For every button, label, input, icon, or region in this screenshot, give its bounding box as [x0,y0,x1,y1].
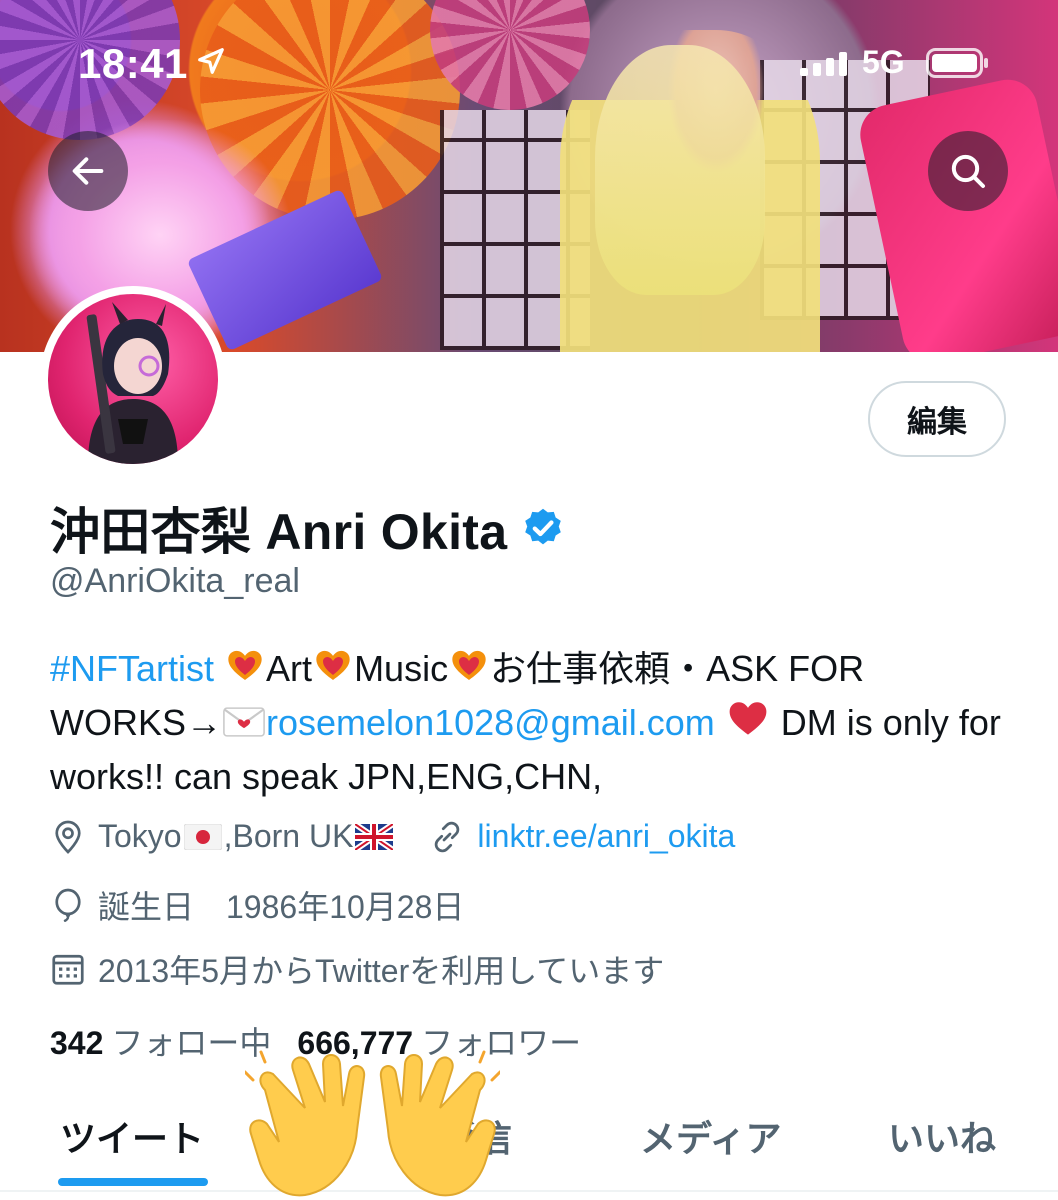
bio-email-link[interactable]: rosemelon1028@gmail.com [266,702,715,743]
network-type: 5G [862,44,905,80]
location-text: Tokyo ,Born UK [98,818,395,855]
heart-on-fire-icon [316,650,350,680]
location-pin-icon [55,820,81,854]
birthday-text: 誕生日 1986年10月28日 [98,889,465,925]
uk-flag-icon [355,824,394,850]
bio-text-art: Art [266,648,313,689]
profile-location-row: Tokyo ,Born UK linktr.ee/anri_okita [50,818,735,855]
location-born: ,Born UK [223,818,354,854]
tab-tweets[interactable]: ツイート [60,1110,204,1162]
waving-hands-icon [245,1050,500,1197]
profile-birthday-row: 誕生日 1986年10月28日 [50,882,464,928]
avatar-image [48,294,218,464]
active-tab-indicator [58,1178,208,1186]
calendar-icon [52,954,84,985]
heart-on-fire-icon [452,650,486,680]
joined-text: 2013年5月からTwitterを利用しています [98,953,665,989]
heart-on-fire-icon [228,650,262,680]
edit-profile-button[interactable]: 編集 [868,381,1006,457]
love-letter-icon [223,707,265,737]
user-handle: @AnriOkita_real [50,562,300,600]
display-name: 沖田杏梨 Anri Okita [50,504,508,560]
location-city: Tokyo [98,818,182,854]
balloon-icon [55,888,81,922]
bio-hashtag-link[interactable]: #NFTartist [50,648,214,689]
japan-flag-icon [183,824,222,850]
profile-name-row: 沖田杏梨 Anri Okita [50,492,565,564]
bio-text-music: Music [354,648,449,689]
search-icon [951,154,985,188]
signal-icon [800,52,847,76]
verified-badge-icon[interactable] [521,506,565,550]
tabs-divider [0,1190,1058,1192]
status-time: 18:41 [78,40,188,87]
website-link[interactable]: linktr.ee/anri_okita [477,818,735,855]
location-arrow-icon [198,48,224,74]
profile-bio: #NFTartist Art Music お仕事依頼・ASK FOR WORKS→ r… [50,642,1010,804]
tab-likes[interactable]: いいね [888,1110,996,1162]
tab-media[interactable]: メディア [640,1110,781,1162]
status-bar: 18:41 5G [0,0,1058,120]
back-button[interactable] [48,131,128,211]
link-icon [435,821,460,852]
arrow-left-icon [72,157,104,185]
following-link[interactable]: 342 フォロー中 [50,1018,271,1064]
avatar[interactable] [40,286,226,472]
search-button[interactable] [928,131,1008,211]
red-heart-icon [729,702,767,735]
battery-icon [926,48,988,78]
following-count: 342 [50,1025,104,1061]
avatar-illustration [86,302,178,464]
profile-joined-row: 2013年5月からTwitterを利用しています [50,946,664,992]
